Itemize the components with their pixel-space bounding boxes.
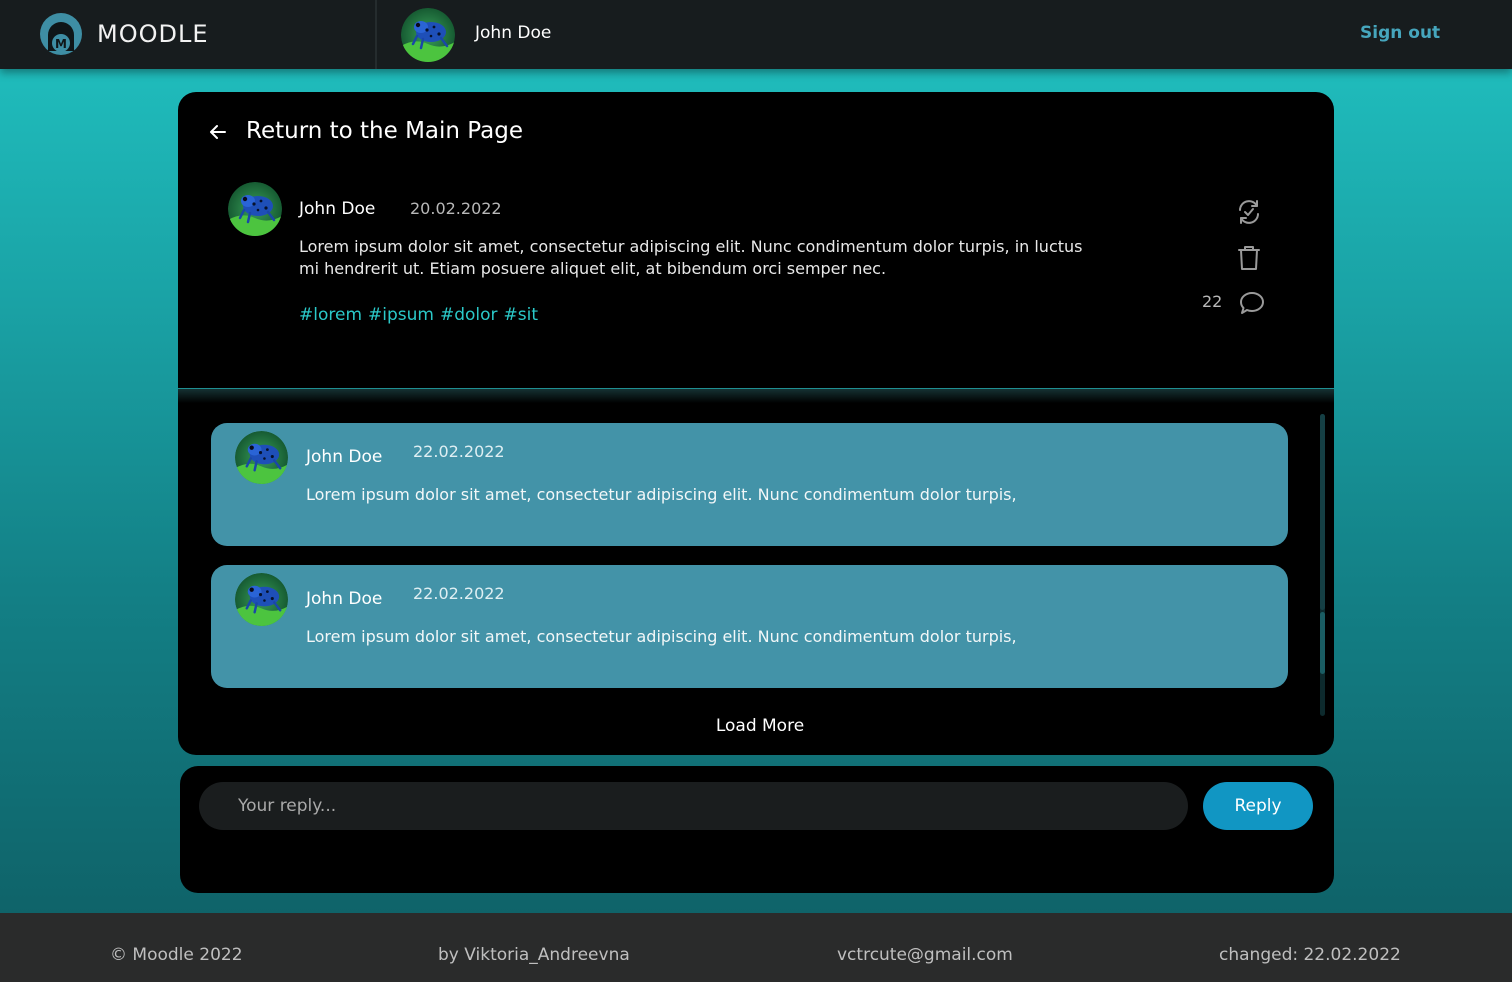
- scrollbar-track-upper: [1320, 414, 1325, 610]
- tag-link[interactable]: #sit: [504, 305, 539, 325]
- header-user-name[interactable]: John Doe: [475, 23, 551, 43]
- moodle-logo-icon[interactable]: M: [40, 13, 82, 55]
- tag-link[interactable]: #lorem: [299, 305, 362, 325]
- load-more-button[interactable]: Load More: [178, 716, 1334, 736]
- footer: © Moodle 2022 by Viktoria_Andreevna vctr…: [0, 913, 1512, 982]
- repost-icon[interactable]: [1235, 198, 1263, 226]
- replies-scrollbar[interactable]: [1320, 414, 1325, 716]
- footer-copyright: © Moodle 2022: [110, 945, 243, 965]
- reply-item: John Doe 22.02.2022 Lorem ipsum dolor si…: [211, 423, 1288, 546]
- footer-author: by Viktoria_Andreevna: [438, 945, 630, 965]
- avatar[interactable]: [235, 431, 288, 484]
- arrow-left-icon[interactable]: [208, 122, 228, 142]
- reply-date: 22.02.2022: [413, 442, 505, 461]
- top-bar: M MOODLE John Doe Sign out: [0, 0, 1512, 69]
- reply-button[interactable]: Reply: [1203, 782, 1313, 830]
- reply-input[interactable]: [199, 782, 1188, 830]
- comment-count: 22: [1202, 292, 1223, 311]
- avatar[interactable]: [228, 182, 282, 236]
- reply-form: Reply: [180, 766, 1334, 893]
- trash-icon[interactable]: [1236, 244, 1262, 272]
- reply-author[interactable]: John Doe: [306, 589, 382, 609]
- reply-body: Lorem ipsum dolor sit amet, consectetur …: [306, 627, 1017, 646]
- reply-body: Lorem ipsum dolor sit amet, consectetur …: [306, 485, 1017, 504]
- comment-icon[interactable]: [1238, 289, 1266, 317]
- reply-item: John Doe 22.02.2022 Lorem ipsum dolor si…: [211, 565, 1288, 688]
- avatar[interactable]: [401, 8, 455, 62]
- brand-name[interactable]: MOODLE: [97, 20, 209, 48]
- reply-date: 22.02.2022: [413, 584, 505, 603]
- footer-email[interactable]: vctrcute@gmail.com: [837, 945, 1013, 965]
- divider-shadow: [178, 389, 1334, 403]
- sign-out-link[interactable]: Sign out: [1360, 23, 1440, 43]
- post-tags: #lorem #ipsum #dolor #sit: [299, 305, 544, 325]
- scrollbar-thumb[interactable]: [1320, 612, 1325, 674]
- reply-author[interactable]: John Doe: [306, 447, 382, 467]
- header-divider: [375, 0, 377, 69]
- tag-link[interactable]: #ipsum: [368, 305, 434, 325]
- svg-text:M: M: [55, 37, 67, 51]
- post-author[interactable]: John Doe: [299, 199, 375, 219]
- post-date: 20.02.2022: [410, 199, 502, 218]
- avatar[interactable]: [235, 573, 288, 626]
- tag-link[interactable]: #dolor: [440, 305, 498, 325]
- post-body: Lorem ipsum dolor sit amet, consectetur …: [299, 237, 1083, 278]
- return-to-main-link[interactable]: Return to the Main Page: [246, 118, 523, 144]
- post-card: Return to the Main Page John Doe 20.02.2…: [178, 92, 1334, 755]
- footer-changed-date: changed: 22.02.2022: [1219, 945, 1401, 965]
